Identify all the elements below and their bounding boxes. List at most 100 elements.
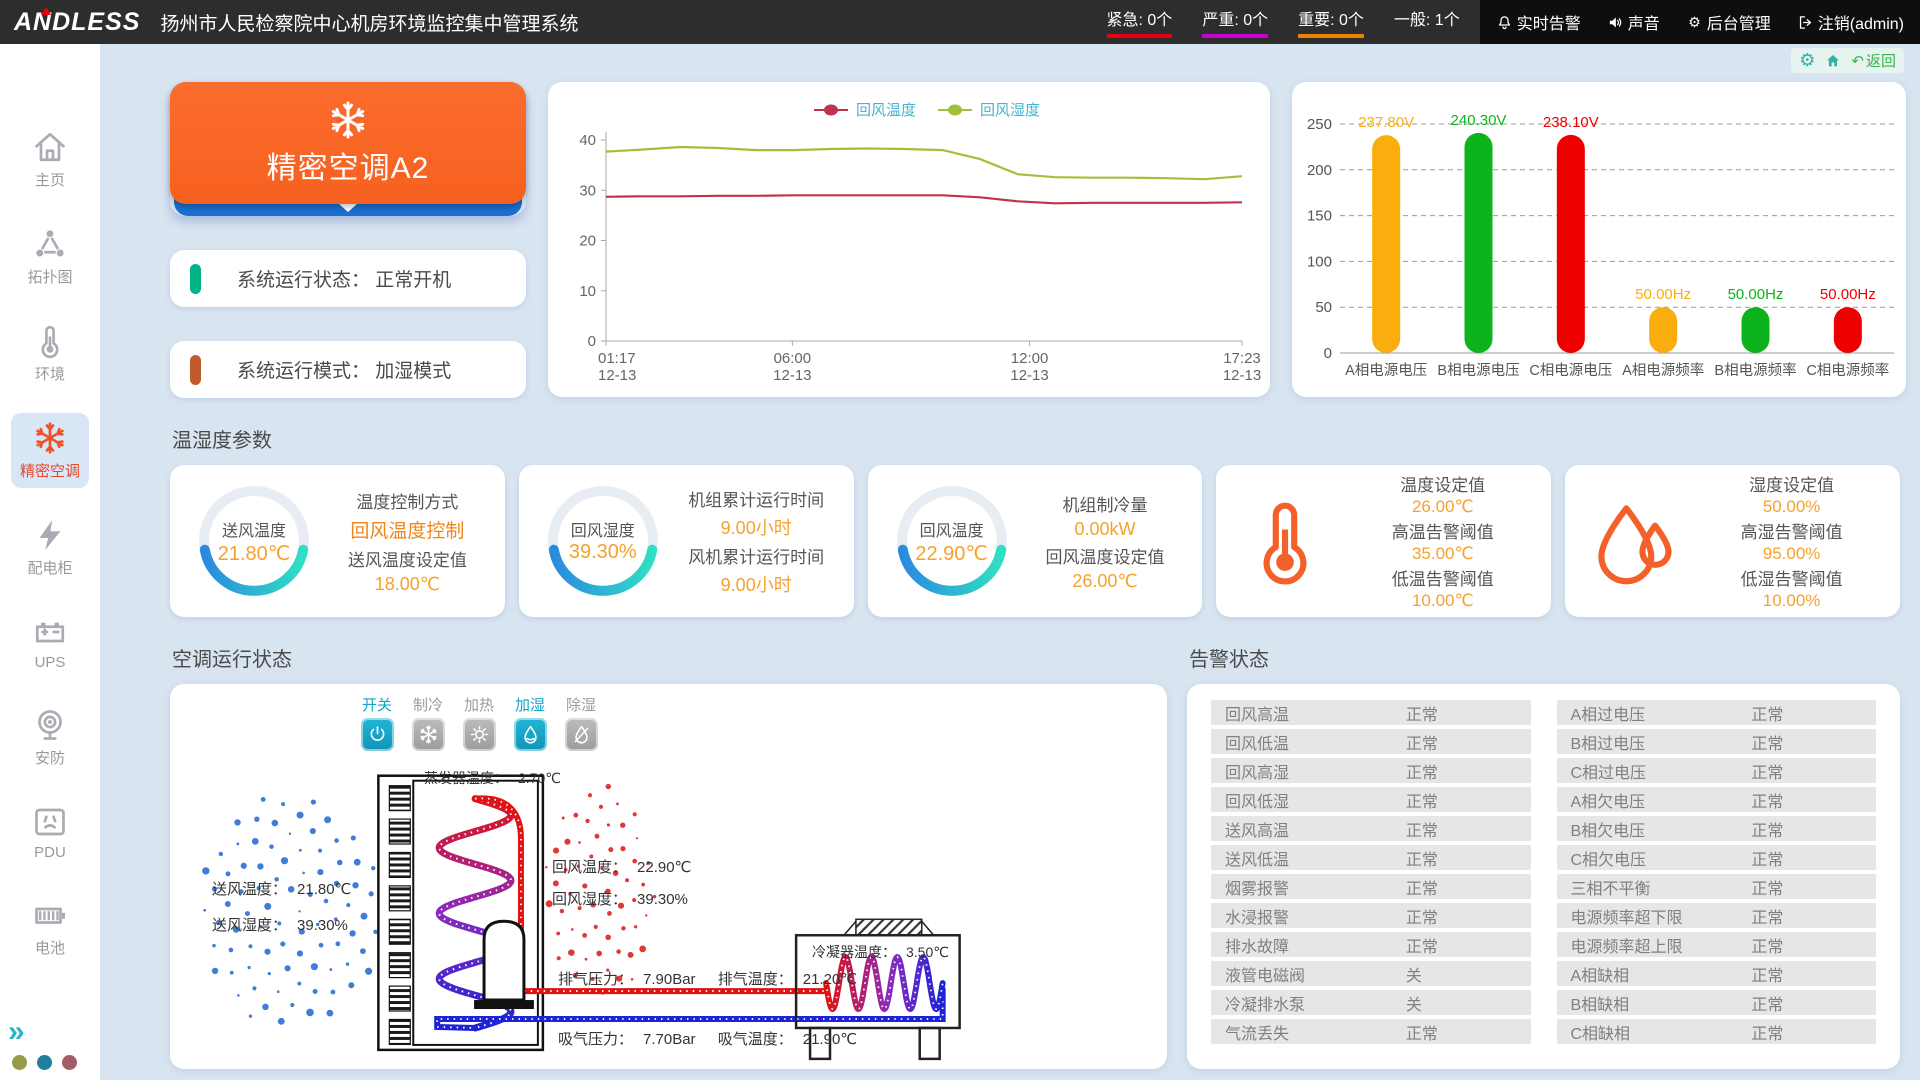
brand-logo: ANDLESS <box>14 8 140 37</box>
threshold-card-1: 湿度设定值50.00%高湿告警阈值95.00%低湿告警阈值10.00% <box>1565 465 1900 617</box>
alarm-value: 正常 <box>1751 759 1783 783</box>
supply-humidity-label: 送风湿度：39.30% <box>212 914 348 935</box>
mode-label: 除湿 <box>566 694 596 715</box>
sidebar-item-battery[interactable]: 电池 <box>23 890 77 965</box>
svg-text:10: 10 <box>579 283 596 300</box>
alarm-name: B相过电压 <box>1571 730 1646 754</box>
circular-gauge: 回风温度22.90℃ <box>886 475 1018 607</box>
theme-dot-2[interactable] <box>62 1055 77 1070</box>
alarm-name: B相缺相 <box>1571 991 1630 1015</box>
alarm-value: 正常 <box>1406 846 1438 870</box>
alarm-counter-underline <box>1202 34 1268 38</box>
alarm-value: 关 <box>1406 962 1422 986</box>
sidebar-item-home[interactable]: 主页 <box>23 122 77 197</box>
sidebar-item-security[interactable]: 安防 <box>23 700 77 775</box>
mode-button-dehumidify[interactable] <box>565 718 598 751</box>
line-chart: 01020304001:1712-1306:0012-1312:0012-131… <box>548 82 1270 397</box>
svg-text:237.80V: 237.80V <box>1358 114 1414 131</box>
return-humidity-label: 回风湿度：39.30% <box>552 888 688 909</box>
sidebar-item-topology[interactable]: 拓扑图 <box>18 219 81 294</box>
alarm-name: 送风低温 <box>1225 846 1289 870</box>
param-label: 回风温度设定值 <box>1045 543 1164 568</box>
settings-icon[interactable]: ⚙ <box>1799 50 1815 71</box>
trend-chart-panel: 01020304001:1712-1306:0012-1312:0012-131… <box>548 82 1270 397</box>
sidebar-item-precision-ac[interactable]: 精密空调 <box>11 413 89 488</box>
alarm-row: 回风高温正常 <box>1211 700 1531 725</box>
mode-dehumidify[interactable]: 除湿 <box>562 694 600 751</box>
alarm-value: 正常 <box>1751 701 1783 725</box>
sidebar-item-label: PDU <box>34 844 66 861</box>
sound-button[interactable]: 声音 <box>1607 10 1660 34</box>
param-value: 9.00小时 <box>721 571 792 597</box>
svg-text:回风温度: 回风温度 <box>856 102 916 119</box>
back-button[interactable]: ↶返回 <box>1851 50 1896 71</box>
alarm-name: C相缺相 <box>1571 1020 1631 1044</box>
device-card[interactable]: 精密空调A2 <box>170 82 526 216</box>
sidebar-expand-icon[interactable]: » <box>8 1019 77 1045</box>
alarm-value: 正常 <box>1751 991 1783 1015</box>
gauge-name: 回风湿度 <box>537 517 669 541</box>
alarm-row: 回风低湿正常 <box>1211 787 1531 812</box>
snowflake-icon <box>418 724 439 745</box>
logout-button[interactable]: 注销(admin) <box>1797 10 1904 34</box>
mode-button-heat[interactable] <box>463 718 496 751</box>
speaker-icon <box>1607 14 1624 31</box>
alarm-counter-underline <box>1394 34 1460 38</box>
alarm-row: C相过电压正常 <box>1557 758 1877 783</box>
theme-dot-0[interactable] <box>12 1055 27 1070</box>
mode-button-cool[interactable] <box>412 718 445 751</box>
alarm-value: 正常 <box>1751 846 1783 870</box>
alarm-name: 水浸报警 <box>1225 904 1289 928</box>
alarm-value: 正常 <box>1751 962 1783 986</box>
mode-power[interactable]: 开关 <box>358 694 396 751</box>
mode-button-power[interactable] <box>361 718 394 751</box>
svg-text:C相电源频率: C相电源频率 <box>1806 362 1889 379</box>
alarm-name: 液管电磁阀 <box>1225 962 1305 986</box>
gauge-card-2: 回风温度22.90℃机组制冷量0.00kW回风温度设定值26.00℃ <box>868 465 1203 617</box>
param-value: 0.00kW <box>1074 519 1135 540</box>
power-chart-panel: ⚙ ↶返回 050100150200250237.80VA相电源电压240.30… <box>1292 82 1906 397</box>
alarm-value: 正常 <box>1406 904 1438 928</box>
sidebar-item-ups[interactable]: UPS <box>23 607 77 678</box>
alarm-counter-text: 紧急: 0个 <box>1107 6 1173 30</box>
sidebar-item-environment[interactable]: 环境 <box>23 316 77 391</box>
mode-cool[interactable]: 制冷 <box>409 694 447 751</box>
param-label: 机组制冷量 <box>1062 491 1147 516</box>
alarm-name: 回风低湿 <box>1225 788 1289 812</box>
dehumid-icon <box>571 724 592 745</box>
alarm-row: 回风高湿正常 <box>1211 758 1531 783</box>
sidebar-item-power-cabinet[interactable]: 配电柜 <box>18 510 81 585</box>
alarm-counter-0: 紧急: 0个 <box>1107 6 1173 38</box>
alarm-value: 正常 <box>1406 875 1438 899</box>
alarm-name: 送风高温 <box>1225 817 1289 841</box>
alarm-row: 电源频率超上限正常 <box>1557 932 1877 957</box>
sidebar-item-label: 主页 <box>35 169 65 190</box>
status-indicator-pill <box>190 264 201 294</box>
param-label: 温度控制方式 <box>356 488 458 513</box>
theme-dot-1[interactable] <box>37 1055 52 1070</box>
alarm-value: 正常 <box>1751 933 1783 957</box>
sidebar-item-pdu[interactable]: PDU <box>23 797 77 868</box>
threshold-label: 高湿告警阈值 <box>1741 518 1843 543</box>
suction-label: 吸气压力：7.70Bar 吸气温度：21.90℃ <box>558 1028 857 1049</box>
admin-button[interactable]: ⚙后台管理 <box>1686 10 1771 34</box>
mode-button-humidify[interactable] <box>514 718 547 751</box>
alarm-row: 送风高温正常 <box>1211 816 1531 841</box>
alarm-name: B相欠电压 <box>1571 817 1646 841</box>
status-card-1: 系统运行模式： 加湿模式 <box>170 341 526 398</box>
alarm-name: 回风低温 <box>1225 730 1289 754</box>
alarm-row: 送风低温 正常 <box>1211 845 1531 870</box>
bar-5 <box>1834 307 1862 353</box>
threshold-value: 95.00% <box>1763 544 1821 564</box>
gauge-card-0: 送风温度21.80℃温度控制方式回风温度控制送风温度设定值18.00℃ <box>170 465 505 617</box>
alarm-row: 冷凝排水泵关 <box>1211 990 1531 1015</box>
status-text: 系统运行状态： 正常开机 <box>237 265 451 292</box>
svg-text:A相电源电压: A相电源电压 <box>1345 362 1427 379</box>
home-icon[interactable] <box>1825 53 1841 69</box>
svg-text:50: 50 <box>1315 299 1332 316</box>
mode-heat[interactable]: 加热 <box>460 694 498 751</box>
snowflake-icon <box>32 420 68 456</box>
sidebar-item-label: 精密空调 <box>20 460 80 481</box>
mode-humidify[interactable]: 加湿 <box>511 694 549 751</box>
realtime-alarm-button[interactable]: 实时告警 <box>1496 10 1581 34</box>
